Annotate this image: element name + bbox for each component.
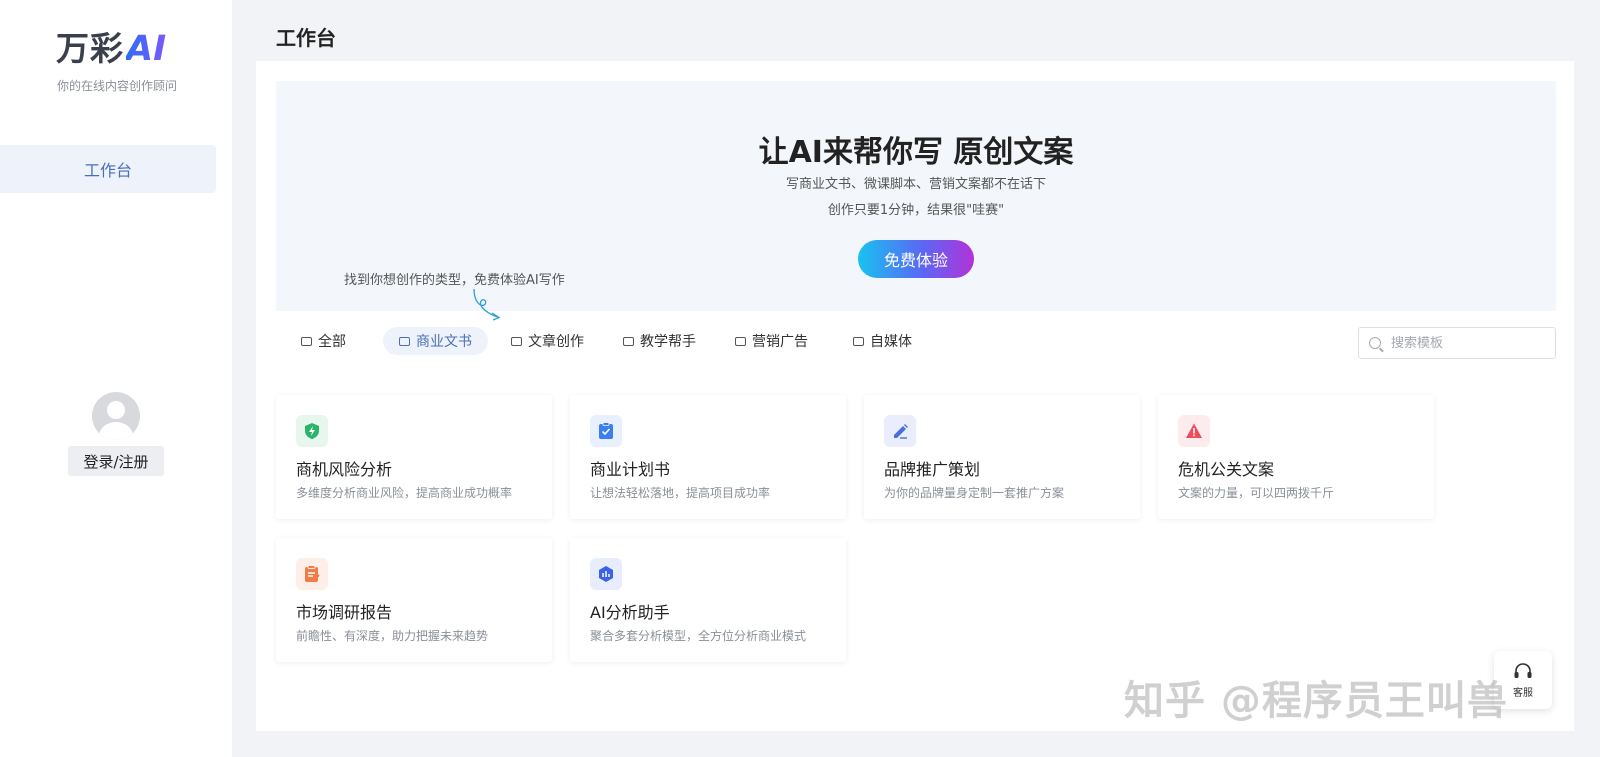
banner-subtitle: 写商业文书、微课脚本、营销文案都不在话下 bbox=[785, 177, 1046, 192]
tab-business-docs[interactable]: 商业文书 bbox=[383, 327, 488, 355]
tab-label: 全部 bbox=[318, 334, 346, 350]
template-search[interactable] bbox=[1358, 327, 1556, 359]
login-register-button[interactable]: 登录/注册 bbox=[68, 446, 164, 476]
card-desc: 前瞻性、有深度，助力把握未来趋势 bbox=[296, 629, 489, 643]
tab-icon bbox=[853, 336, 864, 346]
card-desc: 让想法轻松落地，提高项目成功率 bbox=[590, 486, 771, 500]
avatar[interactable] bbox=[92, 392, 140, 440]
warning-icon bbox=[1178, 415, 1210, 447]
template-card[interactable]: 危机公关文案 文案的力量，可以四两拨千斤 bbox=[1158, 395, 1434, 519]
clipboard-check-icon bbox=[590, 415, 622, 447]
sidebar-item-workbench[interactable]: 工作台 bbox=[0, 145, 216, 193]
headset-icon bbox=[1514, 662, 1532, 678]
tab-all[interactable]: 全部 bbox=[301, 327, 346, 355]
hexagon-chart-icon bbox=[590, 558, 622, 590]
card-title: 商业计划书 bbox=[590, 460, 671, 479]
banner-subtitle: 创作只要1分钟，结果很"哇赛" bbox=[827, 203, 1005, 218]
free-trial-button[interactable]: 免费体验 bbox=[858, 240, 974, 278]
card-title: AI分析助手 bbox=[590, 603, 670, 622]
card-title: 商机风险分析 bbox=[296, 460, 393, 479]
logo-text: 万彩 bbox=[56, 29, 124, 68]
tab-label: 文章创作 bbox=[528, 334, 584, 350]
template-card[interactable]: 商业计划书 让想法轻松落地，提高项目成功率 bbox=[570, 395, 846, 519]
main-panel: 让AI来帮你写 原创文案 写商业文书、微课脚本、营销文案都不在话下 创作只要1分… bbox=[256, 61, 1574, 731]
watermark: 知乎 @程序员王叫兽 bbox=[1124, 678, 1508, 724]
search-input[interactable] bbox=[1391, 335, 1541, 351]
template-card[interactable]: AI分析助手 聚合多套分析模型，全方位分析商业模式 bbox=[570, 538, 846, 662]
tab-label: 教学帮手 bbox=[640, 334, 696, 350]
category-tabs: 全部 商业文书 文章创作 教学帮手 营销广告 自媒体 bbox=[276, 327, 976, 357]
sidebar: 万彩 AI 你的在线内容创作顾问 工作台 登录/注册 bbox=[0, 0, 232, 757]
tab-icon bbox=[511, 336, 522, 346]
pen-edit-icon bbox=[884, 415, 916, 447]
template-card[interactable]: 品牌推广策划 为你的品牌量身定制一套推广方案 bbox=[864, 395, 1140, 519]
tab-label: 商业文书 bbox=[416, 334, 472, 350]
shield-bolt-icon bbox=[296, 415, 328, 447]
page-title: 工作台 bbox=[276, 26, 336, 50]
card-title: 品牌推广策划 bbox=[884, 460, 981, 479]
tab-article-writing[interactable]: 文章创作 bbox=[511, 327, 584, 355]
card-desc: 为你的品牌量身定制一套推广方案 bbox=[884, 486, 1065, 500]
banner: 让AI来帮你写 原创文案 写商业文书、微课脚本、营销文案都不在话下 创作只要1分… bbox=[276, 81, 1556, 321]
report-icon bbox=[296, 558, 328, 590]
curved-arrow-icon bbox=[473, 288, 501, 321]
tab-teaching-helper[interactable]: 教学帮手 bbox=[623, 327, 696, 355]
logo-ai: AI bbox=[126, 29, 167, 69]
tab-label: 自媒体 bbox=[870, 334, 912, 350]
customer-service-label: 客服 bbox=[1513, 687, 1533, 699]
tab-icon bbox=[623, 336, 634, 346]
tab-icon bbox=[735, 336, 746, 346]
tab-marketing-ads[interactable]: 营销广告 bbox=[735, 327, 808, 355]
slogan: 你的在线内容创作顾问 bbox=[57, 79, 178, 93]
logo[interactable]: 万彩 AI bbox=[56, 29, 167, 69]
search-icon bbox=[1369, 337, 1381, 349]
tab-label: 营销广告 bbox=[752, 334, 808, 350]
card-title: 危机公关文案 bbox=[1178, 460, 1275, 479]
tab-icon bbox=[399, 336, 410, 346]
template-card[interactable]: 市场调研报告 前瞻性、有深度，助力把握未来趋势 bbox=[276, 538, 552, 662]
tab-self-media[interactable]: 自媒体 bbox=[853, 327, 912, 355]
tab-icon bbox=[301, 336, 312, 346]
banner-title: 让AI来帮你写 原创文案 bbox=[758, 135, 1074, 170]
card-desc: 文案的力量，可以四两拨千斤 bbox=[1178, 486, 1335, 500]
card-desc: 多维度分析商业风险，提高商业成功概率 bbox=[296, 486, 513, 500]
card-desc: 聚合多套分析模型，全方位分析商业模式 bbox=[590, 629, 807, 643]
hint-text: 找到你想创作的类型，免费体验AI写作 bbox=[344, 273, 565, 288]
card-title: 市场调研报告 bbox=[296, 603, 393, 622]
template-card[interactable]: 商机风险分析 多维度分析商业风险，提高商业成功概率 bbox=[276, 395, 552, 519]
